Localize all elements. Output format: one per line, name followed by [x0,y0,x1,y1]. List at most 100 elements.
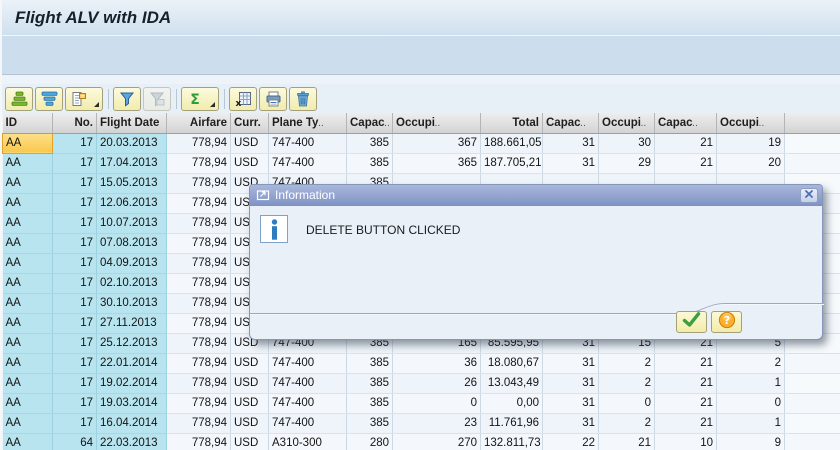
table-cell[interactable]: 13.043,49 [480,373,543,394]
table-cell[interactable]: 64 [52,433,97,450]
table-cell[interactable]: 29 [598,153,655,174]
column-header-no-[interactable]: No. [52,113,97,134]
table-cell[interactable]: 31 [542,393,599,414]
table-cell[interactable]: USD [230,133,269,154]
table-cell[interactable]: 747-400 [268,413,347,434]
table-cell[interactable]: 36 [392,353,481,374]
help-button[interactable]: ? [711,311,742,333]
table-cell[interactable]: AA [2,193,53,214]
table-cell[interactable]: 747-400 [268,393,347,414]
table-cell[interactable]: 31 [542,133,599,154]
column-header-occupi[interactable]: Occupi.. [716,113,785,134]
table-cell[interactable]: AA [2,333,53,354]
table-cell[interactable]: 21 [654,413,717,434]
table-cell[interactable]: 17 [52,233,97,254]
table-cell[interactable]: 31 [542,413,599,434]
table-cell[interactable]: 17 [52,393,97,414]
delete-filter-button[interactable] [143,86,171,111]
table-cell[interactable]: 2 [598,353,655,374]
table-cell[interactable]: 19 [716,133,785,154]
table-cell[interactable]: 21 [654,153,717,174]
table-cell[interactable]: 23 [392,413,481,434]
close-button[interactable] [800,187,818,203]
table-cell[interactable]: 2 [716,353,785,374]
table-cell[interactable]: 22 [542,433,599,450]
table-cell[interactable]: 778,94 [166,253,231,274]
table-cell[interactable]: 778,94 [166,393,231,414]
table-cell[interactable]: 778,94 [166,233,231,254]
table-cell[interactable]: 2 [598,413,655,434]
table-cell[interactable]: AA [2,213,53,234]
table-cell[interactable]: 385 [346,373,393,394]
table-cell[interactable]: 778,94 [166,173,231,194]
table-cell[interactable]: 747-400 [268,353,347,374]
print-button[interactable] [259,86,287,111]
column-header-airfare[interactable]: Airfare [166,113,231,134]
table-cell[interactable]: USD [230,413,269,434]
table-cell[interactable]: 778,94 [166,153,231,174]
table-cell[interactable]: 280 [346,433,393,450]
table-cell[interactable]: AA [2,413,53,434]
table-cell[interactable]: 778,94 [166,433,231,450]
table-cell[interactable]: 778,94 [166,213,231,234]
table-cell[interactable]: 17 [52,133,97,154]
table-cell[interactable]: USD [230,153,269,174]
continue-button[interactable] [676,311,707,333]
table-cell[interactable]: 0,00 [480,393,543,414]
table-row[interactable]: AA 17 19.02.2014 778,94 USD 747-400 385 26 13.04… [2,373,840,394]
table-cell[interactable]: AA [2,173,53,194]
table-cell[interactable]: 385 [346,153,393,174]
table-cell[interactable]: 26 [392,373,481,394]
table-cell[interactable]: 0 [716,393,785,414]
table-cell[interactable]: 747-400 [268,373,347,394]
column-header-total[interactable]: Total [480,113,543,134]
table-cell[interactable]: 18.080,67 [480,353,543,374]
table-cell[interactable]: 04.09.2013 [96,253,167,274]
column-header-flight-date[interactable]: Flight Date [96,113,167,134]
column-header-plane-ty[interactable]: Plane Ty.. [268,113,347,134]
column-header-curr-[interactable]: Curr. [230,113,269,134]
table-cell[interactable]: 19.02.2014 [96,373,167,394]
table-cell[interactable]: 9 [716,433,785,450]
table-cell[interactable]: 385 [346,413,393,434]
column-header-id[interactable]: ID [2,113,53,134]
table-cell[interactable]: 07.08.2013 [96,233,167,254]
table-row[interactable]: AA 17 20.03.2013 778,94 USD 747-400 385 367 188.… [2,132,840,154]
table-cell[interactable]: 27.11.2013 [96,313,167,334]
table-cell[interactable]: AA [2,253,53,274]
table-cell[interactable]: 02.10.2013 [96,273,167,294]
table-cell[interactable]: 20.03.2013 [96,133,167,154]
table-cell[interactable]: 12.06.2013 [96,193,167,214]
table-cell[interactable]: 21 [598,433,655,450]
table-cell[interactable]: 778,94 [166,353,231,374]
table-row[interactable]: AA 17 19.03.2014 778,94 USD 747-400 385 0 0,00 31… [2,393,840,414]
table-cell[interactable]: 16.04.2014 [96,413,167,434]
table-cell[interactable]: 365 [392,153,481,174]
table-cell[interactable]: AA [2,373,53,394]
table-cell[interactable]: USD [230,433,269,450]
table-cell[interactable]: 367 [392,133,481,154]
table-cell[interactable]: 0 [598,393,655,414]
table-cell[interactable]: 17 [52,293,97,314]
table-cell[interactable]: 31 [542,153,599,174]
table-cell[interactable]: AA [2,293,53,314]
table-cell[interactable]: 17 [52,413,97,434]
table-cell[interactable]: 10 [654,433,717,450]
table-cell[interactable]: 21 [654,393,717,414]
table-cell[interactable]: 30 [598,133,655,154]
table-cell[interactable]: AA [2,353,53,374]
table-cell[interactable]: 17.04.2013 [96,153,167,174]
table-cell[interactable]: USD [230,393,269,414]
table-cell[interactable]: 25.12.2013 [96,333,167,354]
table-cell[interactable]: 747-400 [268,153,347,174]
table-cell[interactable]: 22.03.2013 [96,433,167,450]
table-cell[interactable]: 132.811,73 [480,433,543,450]
export-spreadsheet-button[interactable]: x [229,86,257,111]
delete-button[interactable] [289,86,317,111]
table-cell[interactable]: AA [2,313,53,334]
table-cell[interactable]: 0 [392,393,481,414]
table-cell[interactable]: 385 [346,393,393,414]
table-cell[interactable]: 17 [52,273,97,294]
table-cell[interactable]: 21 [654,373,717,394]
table-cell[interactable]: 31 [542,353,599,374]
